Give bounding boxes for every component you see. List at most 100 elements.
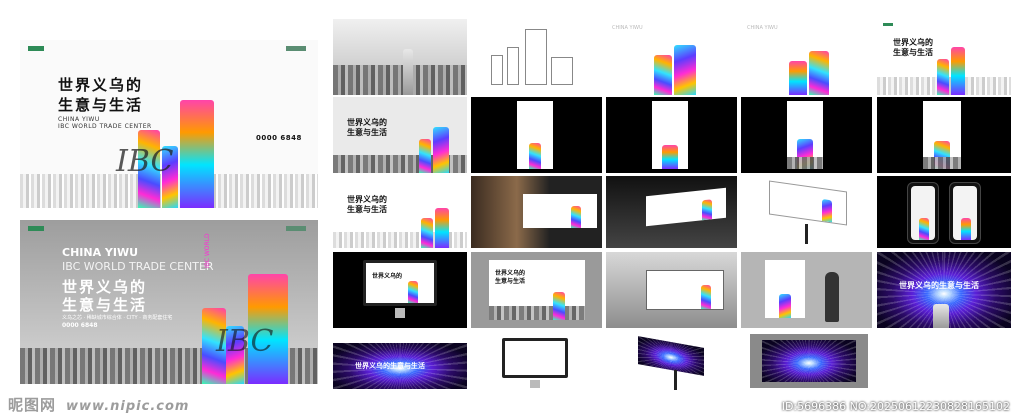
panel-title-en1: CHINA YIWU [612, 25, 643, 31]
thumb-line-building [471, 19, 602, 95]
phone-mockup-1 [907, 182, 939, 244]
monitor-screen: 世界义乌的 [363, 260, 437, 306]
rainbow-tower [937, 59, 949, 95]
thumb-rainbow-building-2: CHINA YIWU [741, 19, 872, 95]
vertical-banner [787, 101, 823, 169]
thumb-banner-skyline: 世界义乌的 生意与生活 [333, 97, 467, 173]
billboard-pole [674, 370, 677, 390]
lightbox [646, 270, 724, 310]
rainbow-tower [529, 143, 541, 169]
phone-screen [911, 186, 935, 240]
thumb-hand-held-board: 世界义乌的 生意与生活 [471, 252, 602, 328]
thumb-night-billboard [606, 176, 737, 248]
hero-poster-bottom: CHINA YIWU IBC WORLD TRADE CENTER 世界义乌的 … [20, 220, 318, 384]
rainbow-tower [571, 206, 581, 228]
project-caption: 义乌之芯 · 稀缺城市综合体 · CITY · 商务配套住宅 [62, 315, 173, 321]
slogan-line2: 生意与生活 [347, 128, 387, 137]
rainbow-tower [408, 281, 418, 303]
billboard [638, 336, 704, 376]
rainbow-tower [951, 47, 965, 95]
rainbow-tower [421, 218, 433, 248]
thumb-monitor: 世界义乌的 [333, 252, 467, 328]
slogan-line2: 生意与生活 [893, 48, 933, 57]
signature-script: IBC [216, 324, 274, 359]
hero-poster-top: 世界义乌的 生意与生活 CHINA YIWU IBC WORLD TRADE C… [20, 40, 318, 208]
en-line2: IBC WORLD TRADE CENTER [62, 260, 214, 273]
hero-subtitle-en2: IBC WORLD TRADE CENTER [58, 123, 152, 130]
presentation-board: 世界义乌的 生意与生活 [489, 260, 585, 320]
line-tower-1 [491, 55, 503, 85]
hero-phone: 0000 6848 [256, 134, 302, 142]
thumb-roadside-billboard [741, 176, 872, 248]
monitor-stand [395, 308, 405, 318]
signature-script: IBC [116, 144, 174, 179]
line-tower-4 [551, 57, 573, 85]
monitor-stand [530, 380, 540, 388]
rainbow-tower [654, 55, 672, 95]
image-id-tag: ID:5696386 NO:20250612230828165102 [781, 400, 1010, 413]
slogan-inline: 世界义乌的生意与生活 [355, 362, 425, 370]
thumb-poster-lineart: 世界义乌的 生意与生活 [877, 19, 1011, 95]
panel-title-en1: CHINA YIWU [747, 25, 778, 31]
billboard [769, 180, 847, 226]
rainbow-tower [702, 199, 712, 221]
phone-screen [953, 186, 977, 240]
vertical-banner [652, 101, 688, 169]
thumb-hoarding-photo [471, 176, 602, 248]
city-skyline [333, 65, 467, 95]
line-tower-3 [525, 29, 547, 85]
city-skyline [489, 306, 585, 320]
thumb-subway-lightbox [606, 252, 737, 328]
tower-silhouette [933, 304, 949, 328]
rainbow-tower [662, 145, 678, 169]
thumb-wide-banner: 世界义乌的 生意与生活 [333, 176, 467, 248]
en-line1: CHINA YIWU [62, 246, 139, 259]
hero-phone: 0000 6848 [62, 322, 98, 329]
slogan-inline: 世界义乌的生意与生活 [899, 281, 979, 290]
thumb-tunnel-banner: 世界义乌的生意与生活 [877, 252, 1011, 328]
rainbow-tower [822, 198, 832, 223]
pedestrian-figure [825, 272, 839, 322]
rainbow-tower [435, 208, 449, 248]
thumb-phone-mockups [877, 176, 1011, 248]
vertical-banner [923, 101, 961, 169]
thumb-hand-held-tunnel [750, 334, 868, 388]
hoarding-board [523, 194, 597, 228]
rainbow-tower [419, 139, 431, 173]
rainbow-tower [433, 127, 449, 173]
rainbow-tower-3 [180, 100, 214, 208]
rainbow-tower [674, 45, 696, 95]
phone-mockup-2 [949, 182, 981, 244]
vertical-banner [517, 101, 553, 169]
thumb-billboard-tunnel [630, 336, 710, 392]
image-collage: 世界义乌的 生意与生活 CHINA YIWU IBC WORLD TRADE C… [0, 0, 1024, 419]
rainbow-tower [919, 218, 929, 240]
wall-poster [765, 260, 805, 318]
thumb-grey-skyline [333, 19, 467, 95]
thumb-tunnel-wide: 世界义乌的生意与生活 [333, 343, 467, 389]
monitor-screen [502, 338, 568, 378]
thumb-rainbow-building-1: CHINA YIWU [606, 19, 737, 95]
billboard-pole [805, 224, 808, 244]
thumb-vertical-banner-3 [741, 97, 872, 173]
vertical-tag1: IBC WORLD [204, 233, 211, 268]
developer-logo [286, 226, 306, 231]
rainbow-tower [779, 294, 791, 318]
presentation-board [762, 340, 856, 382]
rainbow-tower [701, 285, 711, 309]
thumb-vertical-banner-1 [471, 97, 602, 173]
city-skyline [923, 157, 961, 169]
billboard [646, 187, 726, 227]
hero-title-line2: 生意与生活 [58, 96, 144, 114]
slogan-line2: 生意与生活 [495, 278, 526, 285]
thumb-vertical-banner-4 [877, 97, 1011, 173]
city-skyline [787, 157, 823, 169]
brand-logo [883, 23, 893, 26]
grey-tower [403, 49, 413, 95]
rainbow-tower [553, 292, 565, 320]
nipic-url: www.nipic.com [66, 399, 190, 414]
thumb-vertical-banner-2 [606, 97, 737, 173]
hero-subtitle-en1: CHINA YIWU [58, 116, 100, 123]
rainbow-tower [809, 51, 829, 95]
hero-title-line2: 生意与生活 [62, 296, 148, 314]
